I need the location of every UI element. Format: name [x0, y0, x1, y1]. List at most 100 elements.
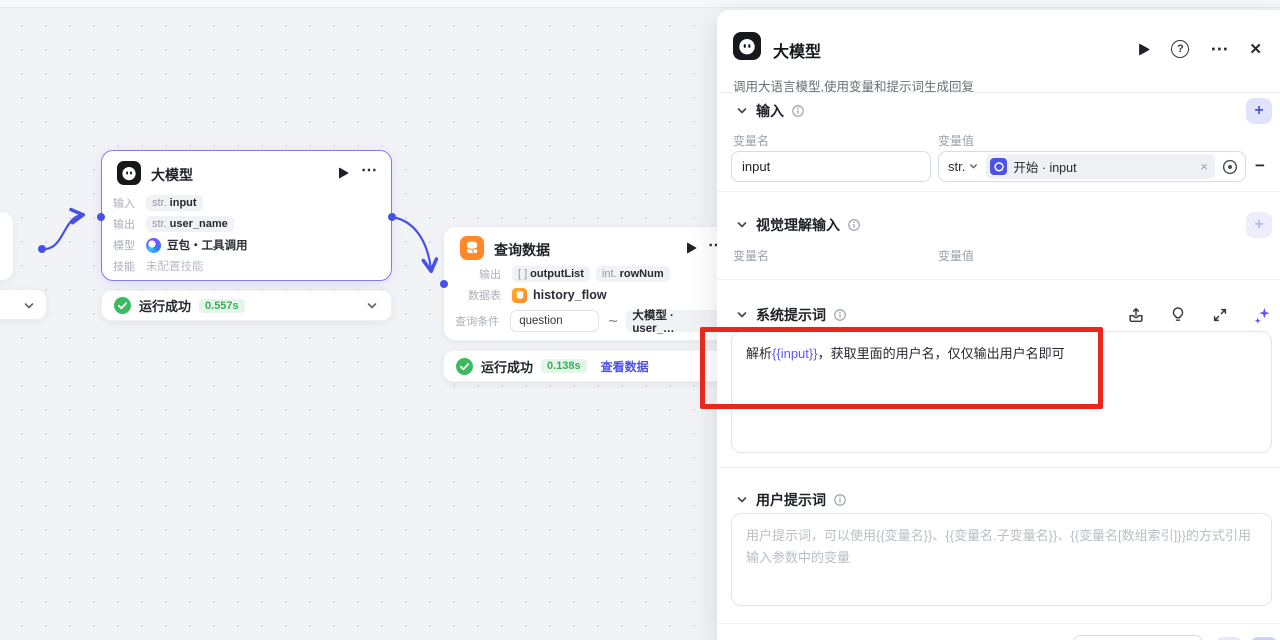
variable-ref-tag[interactable]: 开始 · input × — [986, 154, 1215, 179]
run-node-button[interactable] — [686, 242, 697, 254]
var-name-col: 变量名 — [733, 132, 769, 149]
llm-node-icon — [117, 161, 141, 185]
info-icon[interactable] — [833, 308, 847, 322]
lightbulb-icon[interactable] — [1169, 306, 1187, 324]
expand-icon[interactable] — [1211, 306, 1229, 324]
info-icon[interactable] — [833, 493, 847, 507]
ref-tag-label: 开始 · input — [1013, 157, 1076, 176]
var-name-input[interactable] — [731, 151, 931, 182]
llm-status-duration: 0.557s — [199, 299, 245, 313]
panel-node-icon — [733, 32, 761, 60]
divider — [717, 623, 1280, 624]
divider — [717, 467, 1280, 468]
help-icon[interactable]: ? — [1171, 40, 1189, 58]
chevron-down-icon[interactable] — [735, 493, 749, 507]
chevron-down-icon[interactable] — [735, 308, 749, 322]
llm-model-value: 豆包・工具调用 — [167, 237, 248, 253]
query-table-value: history_flow — [533, 288, 607, 302]
chevron-down-icon[interactable] — [735, 104, 749, 118]
edge-port-dot[interactable] — [38, 245, 46, 253]
node-more-icon[interactable]: ⋯ — [361, 160, 378, 180]
llm-status-text: 运行成功 — [139, 296, 191, 315]
user-prompt-header: 用户提示词 — [735, 487, 1272, 513]
llm-model-label: 模型 — [113, 237, 137, 253]
input-section-header: 输入 + — [735, 98, 1272, 124]
var-value-col: 变量值 — [938, 247, 974, 264]
llm-run-status-bar[interactable]: 运行成功 0.557s — [101, 290, 392, 321]
query-data-icon — [460, 236, 484, 260]
llm-node-header: 大模型 ⋯ — [102, 151, 391, 193]
prompt-library-icon[interactable] — [1127, 306, 1145, 324]
query-output-chip1: [ ]outputList — [512, 266, 590, 282]
query-cond-field[interactable]: question — [510, 310, 599, 332]
doubao-model-icon — [146, 238, 161, 253]
query-output-chip2: int.rowNum — [596, 266, 670, 282]
add-vision-input-button[interactable]: + — [1246, 212, 1272, 238]
edge-llm-to-query — [392, 217, 431, 270]
system-prompt-title: 系统提示词 — [756, 305, 826, 325]
chevron-down-icon — [968, 161, 979, 172]
run-button[interactable] — [1138, 43, 1150, 56]
llm-output-label: 输出 — [113, 216, 137, 232]
input-section-title: 输入 — [756, 101, 784, 121]
query-status-text: 运行成功 — [481, 357, 533, 376]
chevron-down-icon[interactable] — [735, 218, 749, 232]
info-icon[interactable] — [791, 104, 805, 118]
table-icon — [512, 288, 527, 303]
divider — [717, 191, 1280, 192]
divider — [717, 279, 1280, 280]
bottom-bar-field-partial[interactable] — [1073, 635, 1203, 640]
llm-node-title: 大模型 — [151, 165, 193, 185]
query-node-header: 查询数据 ⋯ — [444, 227, 728, 269]
query-cond-label: 查询条件 — [453, 313, 499, 329]
llm-skill-label: 技能 — [113, 258, 137, 274]
user-prompt-editor[interactable] — [731, 513, 1272, 606]
vision-section-header: 视觉理解输入 + — [735, 212, 1272, 238]
start-node-icon — [990, 158, 1007, 175]
like-operator: ∼ — [607, 313, 618, 329]
query-output-label: 输出 — [453, 266, 501, 282]
system-prompt-header: 系统提示词 — [735, 302, 1272, 328]
run-node-button[interactable] — [338, 167, 349, 179]
coze-mascot-icon — [117, 161, 141, 185]
divider — [717, 92, 1280, 93]
target-settings-icon[interactable] — [1221, 158, 1239, 176]
view-data-link[interactable]: 查看数据 — [601, 358, 649, 375]
annotation-highlight-rectangle — [700, 327, 1103, 409]
database-search-icon — [463, 239, 481, 257]
edge-start-to-llm — [46, 215, 82, 249]
start-node-status-partial[interactable] — [0, 289, 47, 320]
chevron-down-icon — [22, 299, 36, 313]
llm-node[interactable]: 大模型 ⋯ 输入 str.input 输出 str.user_name 模型 豆… — [101, 150, 392, 281]
ai-sparkle-icon[interactable] — [1253, 306, 1272, 325]
chevron-down-icon[interactable] — [365, 299, 379, 313]
llm-input-label: 输入 — [113, 195, 137, 211]
canvas-top-strip — [0, 0, 1280, 8]
llm-input-chip: str.input — [146, 195, 203, 211]
query-data-node[interactable]: 查询数据 ⋯ 输出 [ ]outputList int.rowNum 数据表 h… — [443, 226, 729, 341]
user-prompt-title: 用户提示词 — [756, 490, 826, 510]
query-table-label: 数据表 — [453, 287, 501, 303]
type-select[interactable]: str. — [939, 159, 986, 174]
coze-mascot-icon — [733, 32, 761, 60]
close-panel-icon[interactable]: ✕ — [1249, 40, 1262, 58]
var-name-col: 变量名 — [733, 247, 769, 264]
query-node-title: 查询数据 — [494, 240, 550, 260]
panel-title: 大模型 — [773, 38, 821, 62]
query-status-duration: 0.138s — [541, 359, 587, 373]
llm-skill-value: 未配置技能 — [146, 258, 204, 274]
remove-ref-icon[interactable]: × — [1200, 159, 1208, 174]
success-check-icon — [114, 297, 131, 314]
start-node-partial[interactable] — [0, 211, 14, 281]
var-value-col: 变量值 — [938, 132, 974, 149]
llm-output-chip: str.user_name — [146, 216, 234, 232]
query-run-status-bar[interactable]: 运行成功 0.138s 查看数据 — [443, 350, 729, 382]
remove-row-button[interactable]: − — [1255, 156, 1265, 176]
add-input-button[interactable]: + — [1246, 98, 1272, 124]
var-value-group: str. 开始 · input × — [938, 151, 1246, 182]
success-check-icon — [456, 358, 473, 375]
panel-more-icon[interactable]: ⋯ — [1210, 44, 1228, 54]
vision-section-title: 视觉理解输入 — [756, 215, 840, 235]
info-icon[interactable] — [847, 218, 861, 232]
llm-config-panel: 大模型 ? ⋯ ✕ 调用大语言模型,使用变量和提示词生成回复 输入 + 变量名 … — [717, 10, 1280, 640]
